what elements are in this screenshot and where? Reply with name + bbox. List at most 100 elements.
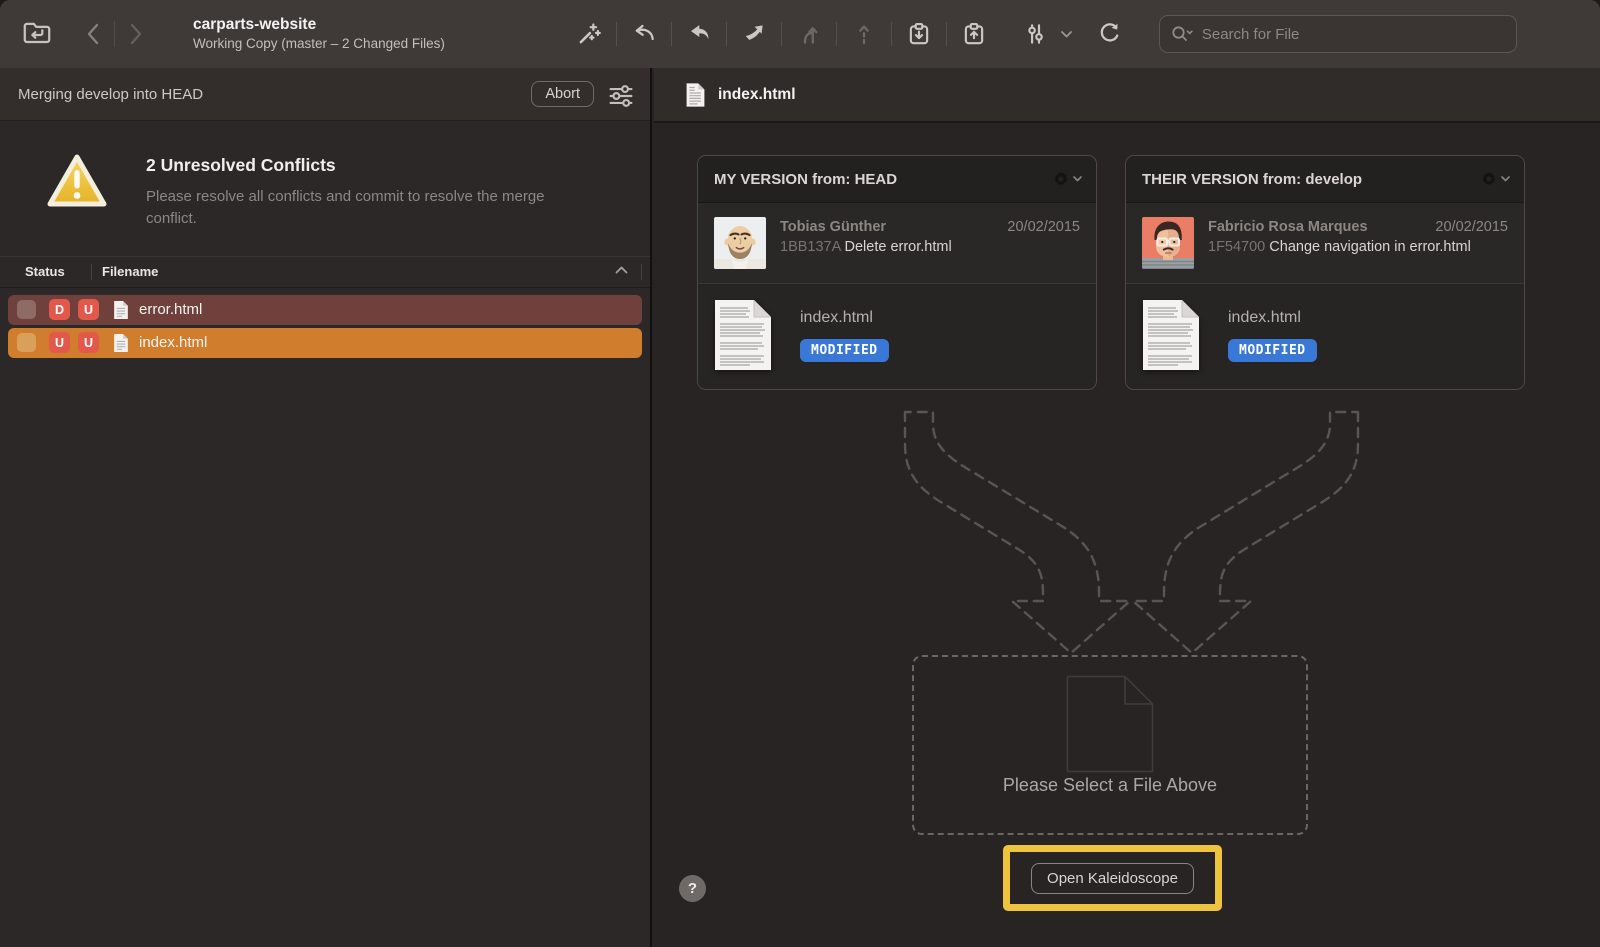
- version-options-button[interactable]: [1053, 171, 1082, 187]
- chevron-down-icon: [1501, 176, 1510, 182]
- abort-merge-button[interactable]: Abort: [531, 81, 594, 107]
- conflict-description: Please resolve all conflicts and commit …: [146, 186, 586, 230]
- chevron-down-icon[interactable]: [1061, 31, 1072, 38]
- gear-icon: [1053, 171, 1069, 187]
- status-badge: U: [49, 332, 70, 353]
- column-status[interactable]: Status: [0, 264, 91, 279]
- commit-date: 20/02/2015: [1007, 217, 1080, 237]
- file-meta: index.html MODIFIED: [1228, 299, 1317, 362]
- my-version-file: index.html MODIFIED: [698, 284, 1096, 389]
- filename-label: error.html: [139, 301, 202, 318]
- file-row-index[interactable]: U U index.html: [8, 328, 642, 358]
- column-filename[interactable]: Filename: [102, 264, 615, 279]
- open-kaleidoscope-button[interactable]: Open Kaleidoscope: [1031, 863, 1194, 894]
- modified-badge: MODIFIED: [800, 339, 889, 362]
- warning-triangle-icon: [44, 151, 110, 230]
- nav-separator: [114, 21, 115, 47]
- document-icon: [685, 82, 706, 108]
- file-row-error[interactable]: D U error.html: [8, 295, 642, 325]
- repo-switcher-button[interactable]: [18, 15, 56, 53]
- search-input[interactable]: [1194, 26, 1516, 43]
- gear-icon: [1481, 171, 1497, 187]
- back-button[interactable]: [80, 19, 106, 49]
- commit-message: Change navigation in error.html: [1269, 239, 1471, 255]
- sort-chevron-icon[interactable]: [615, 266, 635, 278]
- toolbar-separator: [726, 22, 727, 46]
- row-checkbox[interactable]: [17, 333, 36, 352]
- toolbar-separator: [671, 22, 672, 46]
- toolbar-separator: [946, 22, 947, 46]
- commit-date: 20/02/2015: [1435, 217, 1508, 237]
- status-badge: U: [78, 299, 99, 320]
- version-options-button[interactable]: [1481, 171, 1510, 187]
- their-version-header: THEIR VERSION from: develop: [1126, 156, 1524, 203]
- file-thumbnail: [714, 299, 772, 371]
- search-icon: [1160, 24, 1194, 44]
- tutorial-highlight-box: Open Kaleidoscope: [1003, 845, 1222, 911]
- merge-icon[interactable]: [794, 19, 824, 49]
- commit-hash: 1F54700: [1208, 239, 1265, 255]
- toolbar: carparts-website Working Copy (master – …: [0, 0, 1600, 68]
- their-version-file: index.html MODIFIED: [1126, 284, 1524, 389]
- detail-file-header: index.html: [654, 68, 1600, 123]
- workflow-sliders-icon[interactable]: [1020, 19, 1050, 49]
- conflict-count-title: 2 Unresolved Conflicts: [146, 155, 586, 176]
- file-meta: index.html MODIFIED: [800, 299, 889, 362]
- repo-subtitle: Working Copy (master – 2 Changed Files): [193, 36, 445, 53]
- file-thumbnail: [1142, 299, 1200, 371]
- ghost-document-icon: [1066, 675, 1154, 773]
- pull-icon[interactable]: [904, 19, 934, 49]
- discard-icon[interactable]: [629, 19, 659, 49]
- commit-icon[interactable]: [739, 19, 769, 49]
- merge-status-title: Merging develop into HEAD: [18, 86, 531, 103]
- merge-arrows-graphic: [850, 400, 1410, 660]
- stage-icon[interactable]: [684, 19, 714, 49]
- version-file-name: index.html: [1228, 309, 1317, 327]
- their-version-commit: Fabricio Rosa Marques 20/02/2015 1F54700…: [1126, 203, 1524, 284]
- avatar: [1142, 217, 1194, 269]
- column-divider: [641, 264, 642, 280]
- conflict-detail-panel: index.html MY VERSION from: HEAD: [654, 68, 1600, 947]
- forward-button[interactable]: [123, 19, 149, 49]
- commit-author: Tobias Günther: [780, 217, 999, 237]
- repo-title: carparts-website: [193, 15, 445, 34]
- toolbar-separator: [891, 22, 892, 46]
- conflict-warning: 2 Unresolved Conflicts Please resolve al…: [0, 121, 650, 230]
- row-checkbox[interactable]: [17, 300, 36, 319]
- conflict-warning-text: 2 Unresolved Conflicts Please resolve al…: [146, 151, 586, 230]
- push-icon[interactable]: [959, 19, 989, 49]
- merge-status-bar: Merging develop into HEAD Abort: [0, 68, 650, 121]
- detail-file-title: index.html: [718, 86, 796, 104]
- refresh-icon[interactable]: [1094, 19, 1124, 49]
- my-version-card: MY VERSION from: HEAD: [697, 155, 1097, 390]
- conflict-file-list: D U error.html U U index.html: [0, 288, 650, 358]
- window-title-block: carparts-website Working Copy (master – …: [193, 15, 445, 53]
- toolbar-separator: [781, 22, 782, 46]
- my-version-commit: Tobias Günther 20/02/2015 1BB137A Delete…: [698, 203, 1096, 284]
- file-table-header: Status Filename: [0, 256, 650, 288]
- merge-sidebar: Merging develop into HEAD Abort: [0, 68, 652, 947]
- toolbar-separator: [616, 22, 617, 46]
- rebase-icon[interactable]: [849, 19, 879, 49]
- version-file-name: index.html: [800, 309, 889, 327]
- modified-badge: MODIFIED: [1228, 339, 1317, 362]
- chevron-down-icon: [1073, 176, 1082, 182]
- merge-options-icon[interactable]: [606, 81, 636, 107]
- status-badge: U: [78, 332, 99, 353]
- app-window: carparts-website Working Copy (master – …: [0, 0, 1600, 947]
- commit-meta: Fabricio Rosa Marques 20/02/2015 1F54700…: [1208, 217, 1508, 269]
- help-button[interactable]: ?: [679, 875, 706, 902]
- my-version-title: MY VERSION from: HEAD: [714, 171, 1053, 188]
- commit-hash: 1BB137A: [780, 239, 840, 255]
- column-divider: [91, 264, 92, 280]
- folder-return-icon: [20, 17, 54, 51]
- my-version-header: MY VERSION from: HEAD: [698, 156, 1096, 203]
- quick-actions-wand-icon[interactable]: [574, 19, 604, 49]
- toolbar-separator: [836, 22, 837, 46]
- search-field[interactable]: [1159, 15, 1517, 53]
- toolbar-actions: [565, 19, 1133, 49]
- their-version-card: THEIR VERSION from: develop: [1125, 155, 1525, 390]
- avatar: [714, 217, 766, 269]
- dropzone-hint: Please Select a File Above: [914, 775, 1306, 796]
- commit-message: Delete error.html: [845, 239, 952, 255]
